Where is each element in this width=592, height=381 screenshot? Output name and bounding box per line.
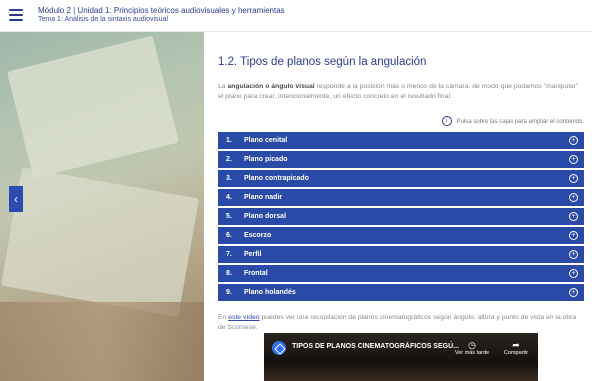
accordion-item-number: 4. [226, 194, 232, 201]
accordion-item[interactable]: 8. Frontal + [218, 265, 584, 282]
accordion-item-label: Plano picado [244, 156, 288, 163]
video-title: TIPOS DE PLANOS CINEMATOGRÁFICOS SEGÚ... [292, 343, 459, 350]
clock-icon: ◷ [468, 340, 476, 350]
share-button[interactable]: ➦ Compartir [496, 340, 536, 356]
breadcrumb-course: Módulo 2 | Unidad 1: Principios teóricos… [38, 6, 285, 15]
breadcrumb: Módulo 2 | Unidad 1: Principios teóricos… [38, 6, 285, 24]
outro-text: En [218, 314, 229, 321]
accordion-item-number: 9. [226, 289, 232, 296]
accordion: 1. Plano cenital +2. Plano picado +3. Plano c… [218, 132, 584, 301]
accordion-item-label: Frontal [244, 270, 268, 277]
top-bar: Módulo 2 | Unidad 1: Principios teóricos… [0, 0, 592, 32]
accordion-item[interactable]: 7. Perfil + [218, 246, 584, 263]
accordion-item[interactable]: 3. Plano contrapicado + [218, 170, 584, 187]
plus-circle-icon[interactable]: + [569, 250, 578, 259]
share-label: Compartir [503, 350, 529, 356]
info-icon: i [441, 116, 452, 127]
accordion-item-number: 8. [226, 270, 232, 277]
accordion-item-label: Plano contrapicado [244, 175, 309, 182]
accordion-item-label: Escorzo [244, 232, 272, 239]
accordion-item[interactable]: 5. Plano dorsal + [218, 208, 584, 225]
hint-text: Pulsa sobre las cajas para ampliar el co… [456, 119, 584, 125]
intro-paragraph: La angulación o ángulo visual responde a… [218, 82, 584, 102]
outro-text: puedes ver una recopilación de planos ci… [218, 314, 577, 331]
breadcrumb-topic: Tema 1: Análisis de la sintaxis audiovis… [38, 16, 168, 23]
main-content: 1.2. Tipos de planos según la angulación… [218, 32, 584, 333]
plus-circle-icon[interactable]: + [569, 174, 578, 183]
accordion-item-number: 5. [226, 213, 232, 220]
hint-row: i Pulsa sobre las cajas para ampliar el c… [218, 116, 584, 128]
accordion-item[interactable]: 1. Plano cenital + [218, 132, 584, 149]
accordion-item[interactable]: 6. Escorzo + [218, 227, 584, 244]
chevron-left-icon[interactable]: ‹ [9, 186, 23, 212]
accordion-item[interactable]: 9. Plano holandés + [218, 284, 584, 301]
accordion-item-number: 7. [226, 251, 232, 258]
accordion-item[interactable]: 4. Plano nadir + [218, 189, 584, 206]
outro-paragraph: En este vídeo puedes ver una recopilació… [218, 313, 584, 333]
share-icon: ➦ [512, 340, 520, 350]
decorative-image [0, 32, 204, 381]
watch-later-button[interactable]: ◷ Ver más tarde [452, 340, 492, 356]
accordion-item-label: Plano dorsal [244, 213, 287, 220]
watch-later-label: Ver más tarde [454, 350, 490, 356]
plus-circle-icon[interactable]: + [569, 212, 578, 221]
accordion-item-number: 6. [226, 232, 232, 239]
plus-circle-icon[interactable]: + [569, 231, 578, 240]
accordion-item-label: Plano holandés [244, 289, 296, 296]
plus-circle-icon[interactable]: + [569, 155, 578, 164]
intro-bold: angulación o ángulo visual [227, 83, 315, 90]
plus-circle-icon[interactable]: + [569, 288, 578, 297]
video-link[interactable]: este vídeo [228, 314, 259, 321]
plus-circle-icon[interactable]: + [569, 193, 578, 202]
accordion-item-label: Perfil [244, 251, 262, 258]
accordion-item-label: Plano cenital [244, 137, 288, 144]
accordion-item-number: 2. [226, 156, 232, 163]
video-embed[interactable]: TIPOS DE PLANOS CINEMATOGRÁFICOS SEGÚ...… [264, 333, 538, 381]
hamburger-menu-icon[interactable] [9, 9, 23, 21]
accordion-item-label: Plano nadir [244, 194, 283, 201]
plus-circle-icon[interactable]: + [569, 269, 578, 278]
accordion-item[interactable]: 2. Plano picado + [218, 151, 584, 168]
channel-logo-icon [272, 341, 286, 355]
page-title: 1.2. Tipos de planos según la angulación [218, 56, 427, 68]
image-overlay [0, 32, 204, 381]
accordion-item-number: 1. [226, 137, 232, 144]
accordion-item-number: 3. [226, 175, 232, 182]
plus-circle-icon[interactable]: + [569, 136, 578, 145]
